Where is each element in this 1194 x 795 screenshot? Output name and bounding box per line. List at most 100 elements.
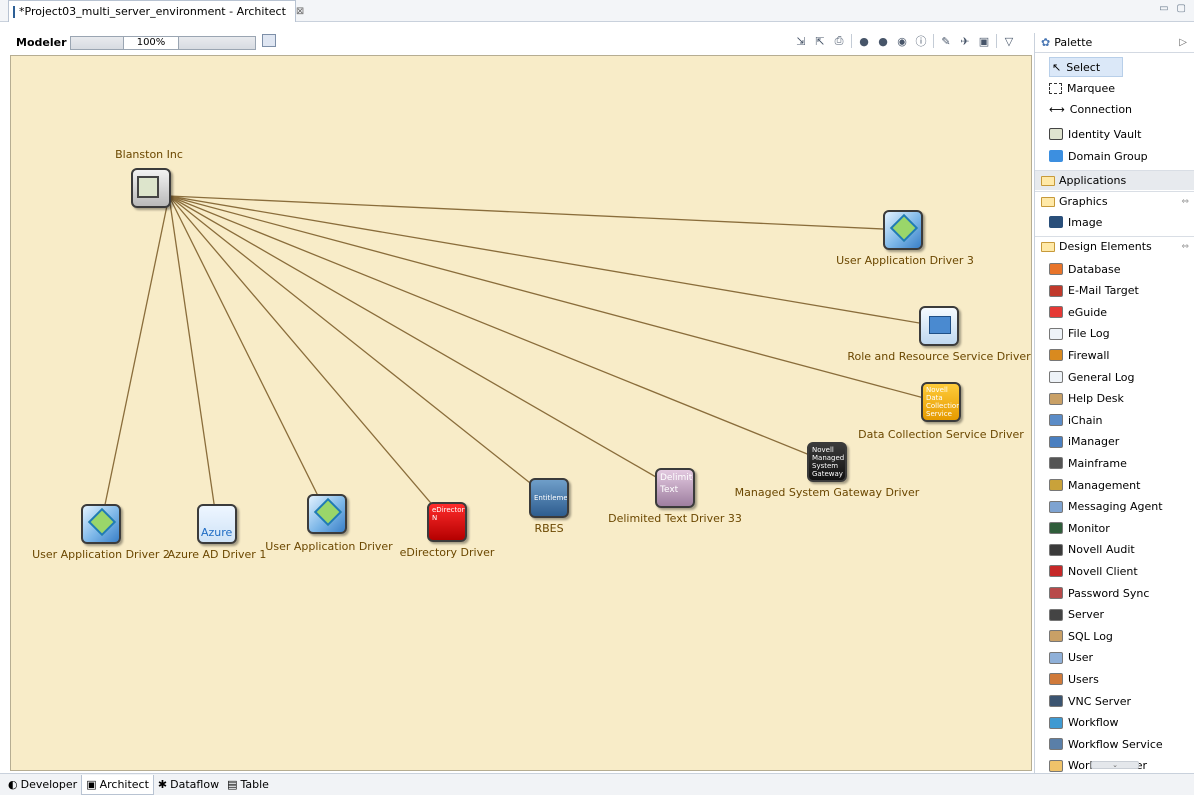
palette-item[interactable]: Mainframe (1049, 453, 1127, 473)
tab-developer[interactable]: ◐ Developer (4, 775, 81, 795)
item-label: Messaging Agent (1068, 500, 1163, 514)
palette-item[interactable]: VNC Server (1049, 691, 1131, 711)
workflow-icon (1049, 716, 1063, 729)
item-label: User (1068, 651, 1094, 665)
palette-image[interactable]: Image (1049, 212, 1102, 232)
palette-item[interactable]: User (1049, 648, 1093, 668)
palette-item[interactable]: File Log (1049, 324, 1110, 344)
palette-item[interactable]: iChain (1049, 410, 1102, 430)
marquee-icon (1049, 82, 1062, 94)
toolbar-separator (851, 34, 852, 48)
model-canvas[interactable]: Blanston Inc User Application Driver 3 R… (10, 55, 1032, 771)
palette-item[interactable]: SQL Log (1049, 626, 1113, 646)
item-label: iChain (1068, 413, 1103, 427)
palette-item[interactable]: Monitor (1049, 518, 1110, 538)
canvas-tools: ⇲ ⇱ ⎙ ● ● ◉ ⓘ ✎ ✈ ▣ ▽ (794, 34, 1016, 48)
tool-connection[interactable]: ⟷ Connection (1049, 99, 1132, 119)
palette-item[interactable]: Firewall (1049, 345, 1109, 365)
palette-item[interactable]: Management (1049, 475, 1140, 495)
palette-item[interactable]: Password Sync (1049, 583, 1149, 603)
monitor-icon[interactable]: ▣ (977, 34, 991, 48)
palette-item[interactable]: Messaging Agent (1049, 497, 1163, 517)
palette-scroll-down-icon[interactable]: ⌄ (1091, 761, 1139, 769)
edirectory-icon: eDirectory N (427, 502, 467, 542)
drawer-graphics[interactable]: Graphics ⇔ (1035, 191, 1194, 211)
tab-table[interactable]: ▤ Table (223, 775, 273, 795)
connection-line[interactable] (168, 195, 940, 403)
stop-icon[interactable]: ● (876, 34, 890, 48)
node-label: Delimited Text Driver 33 (608, 512, 742, 525)
export-icon[interactable]: ⇱ (813, 34, 827, 48)
palette-item[interactable]: Users (1049, 669, 1099, 689)
maximize-icon[interactable]: ▢ (1177, 3, 1186, 14)
perspective-tabs: ◐ Developer ▣ Architect ✱ Dataflow ▤ Table (0, 773, 1194, 795)
general-log-icon (1049, 371, 1063, 383)
palette-item[interactable]: Workflow Service (1049, 734, 1163, 754)
preview-icon[interactable]: ⎙ (832, 34, 846, 48)
tool-marquee[interactable]: Marquee (1049, 78, 1115, 98)
palette-item[interactable]: Workflow (1049, 713, 1119, 733)
tab-architect[interactable]: ▣ Architect (81, 774, 154, 795)
palette-item[interactable]: Novell Audit (1049, 540, 1135, 560)
info-icon[interactable]: ⓘ (914, 34, 928, 48)
palette-item[interactable]: Help Desk (1049, 389, 1124, 409)
item-label: Server (1068, 608, 1105, 622)
palette-identity-vault[interactable]: Identity Vault (1049, 124, 1141, 144)
connection-line[interactable] (168, 195, 550, 499)
deploy-icon[interactable]: ✈ (958, 34, 972, 48)
palette-domain-group[interactable]: Domain Group (1049, 146, 1148, 166)
node-label: User Application Driver 2 (32, 548, 170, 561)
user-application-icon (307, 494, 347, 534)
pin-icon[interactable]: ⇔ (1181, 197, 1189, 207)
pencil-icon[interactable]: ✎ (939, 34, 953, 48)
novell-audit-icon (1049, 543, 1063, 556)
palette-icon: ✿ (1041, 36, 1051, 49)
node-label: Managed System Gateway Driver (734, 486, 920, 499)
palette-item[interactable]: E-Mail Target (1049, 281, 1139, 301)
cursor-icon: ↖ (1052, 60, 1062, 74)
email-icon (1049, 284, 1063, 297)
palette-item[interactable]: General Log (1049, 367, 1135, 387)
palette-item[interactable]: Database (1049, 259, 1121, 279)
pause-icon[interactable]: ◉ (895, 34, 909, 48)
run-icon[interactable]: ● (857, 34, 871, 48)
tool-select[interactable]: ↖ Select (1049, 57, 1123, 77)
editor-tab[interactable]: *Project03_multi_server_environment - Ar… (8, 0, 304, 22)
tab-label: Developer (20, 778, 78, 791)
palette-item[interactable]: Server (1049, 605, 1104, 625)
user-application-icon (81, 504, 121, 544)
item-label: Mainframe (1068, 456, 1127, 470)
drawer-design-elements[interactable]: Design Elements ⇔ (1035, 236, 1194, 256)
palette-item[interactable]: eGuide (1049, 302, 1107, 322)
imanager-icon (1049, 435, 1063, 448)
palette-item[interactable]: iManager (1049, 432, 1119, 452)
collapse-palette-icon[interactable]: ▷ (1179, 37, 1187, 48)
palette-title: Palette (1054, 36, 1093, 49)
item-label: Monitor (1068, 521, 1110, 535)
connection-line[interactable] (168, 195, 676, 489)
connection-line[interactable] (168, 195, 448, 523)
palette-header[interactable]: ✿ Palette ▷ (1035, 33, 1194, 53)
entitlement-icon: Entitlement (529, 478, 569, 518)
drawer-applications[interactable]: Applications (1035, 170, 1194, 190)
identity-vault-icon (131, 168, 171, 208)
pin-icon[interactable]: ⇔ (1181, 242, 1189, 252)
tool-label: Select (1066, 60, 1101, 74)
tab-label: Table (240, 778, 269, 791)
palette-item[interactable]: Novell Client (1049, 561, 1138, 581)
tab-dataflow[interactable]: ✱ Dataflow (154, 775, 223, 795)
connection-line[interactable] (168, 195, 938, 327)
connection-line[interactable] (168, 195, 828, 463)
role-resource-icon (919, 306, 959, 346)
delimited-text-icon: Delimited Text (655, 468, 695, 508)
import-icon[interactable]: ⇲ (794, 34, 808, 48)
zoom-fit-icon[interactable] (262, 34, 276, 47)
close-tab-icon[interactable]: ⊠ (296, 6, 304, 17)
view-menu-icon[interactable]: ▽ (1002, 34, 1016, 48)
zoom-slider[interactable]: 100% (70, 36, 256, 50)
toolbar-separator (933, 34, 934, 48)
minimize-icon[interactable]: ▭ (1159, 3, 1168, 14)
monitor-icon (1049, 522, 1063, 535)
architect-window: *Project03_multi_server_environment - Ar… (0, 0, 1194, 795)
connection-line[interactable] (100, 195, 170, 525)
